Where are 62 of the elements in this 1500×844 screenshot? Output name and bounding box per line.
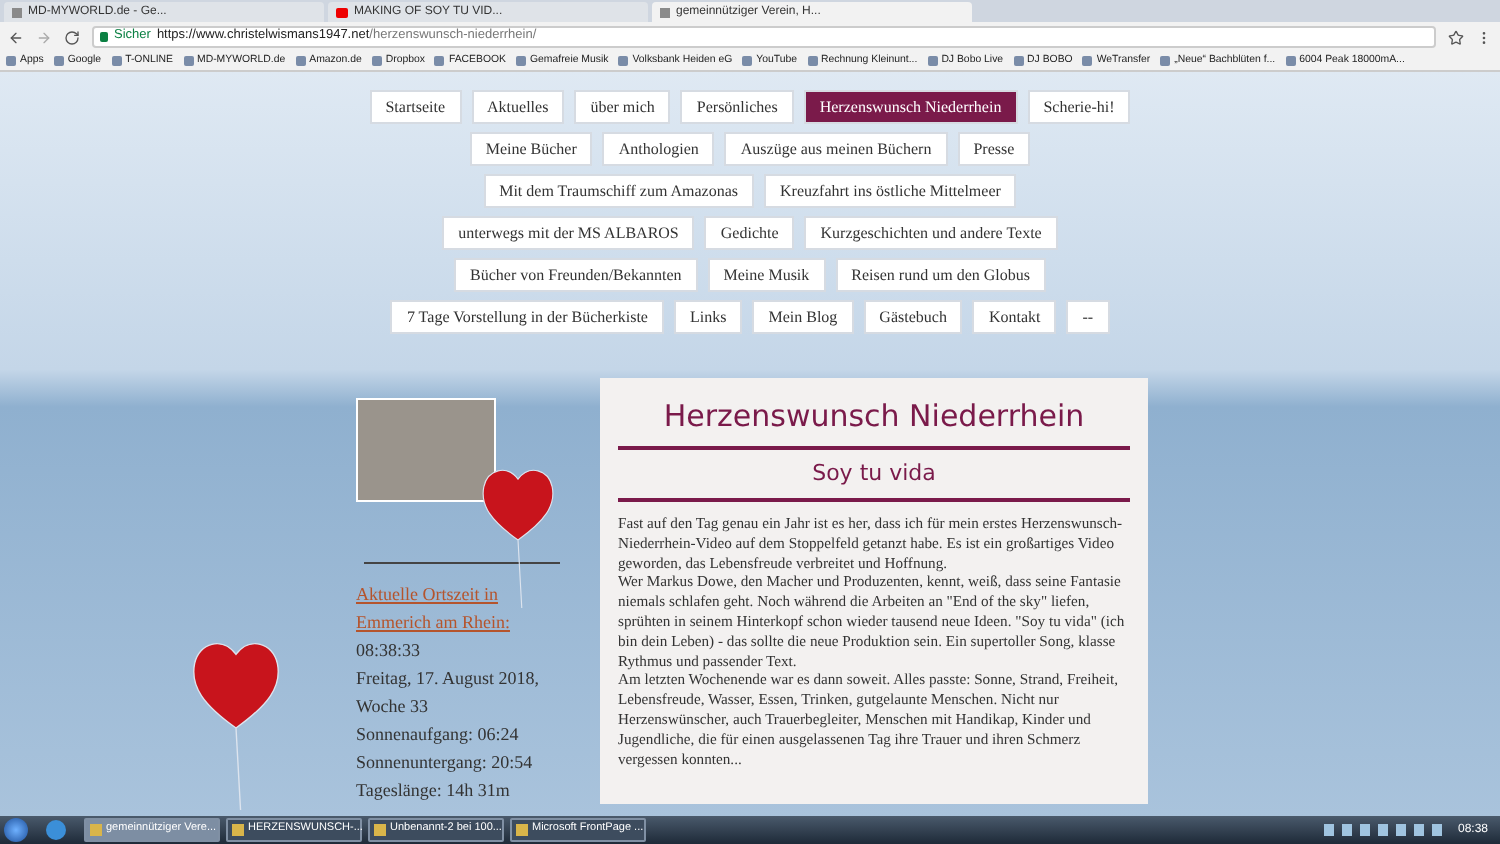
nav-button[interactable]: Scherie-hi! [1027, 90, 1131, 124]
back-icon[interactable] [8, 29, 24, 45]
nav-button[interactable]: Kreuzfahrt ins östliche Mittelmeer [764, 174, 1017, 208]
app-icon [90, 824, 102, 836]
nav-button[interactable]: Bücher von Freunden/Bekannten [454, 258, 698, 292]
nav-button[interactable]: Anthologien [602, 132, 715, 166]
clock-info-text: Sonnenaufgang: 06:24 [356, 722, 521, 748]
nav-button[interactable]: Kurzgeschichten und andere Texte [804, 216, 1058, 250]
app-icon [516, 824, 528, 836]
nav-button[interactable]: Presse [957, 132, 1031, 166]
photo-placeholder [356, 398, 496, 502]
bookmark-icon [183, 55, 193, 66]
star-icon[interactable] [1448, 29, 1464, 45]
nav-button[interactable]: Links [673, 300, 743, 334]
nav-button[interactable]: 7 Tage Vorstellung in der Bücherkiste [390, 300, 664, 334]
bookmark-icon [927, 55, 938, 66]
page-icon [12, 7, 22, 17]
nav-button[interactable]: Gästebuch [863, 300, 963, 334]
lock-icon [100, 32, 108, 42]
nav-button[interactable]: Meine Musik [707, 258, 826, 292]
bookmark-icon [371, 55, 382, 66]
bookmark-icon [6, 55, 16, 66]
bookmark-icon [742, 55, 753, 66]
nav-button[interactable]: Gedichte [704, 216, 795, 250]
nav-button[interactable]: Herzenswunsch Niederrhein [803, 90, 1018, 124]
nav-button[interactable]: Auszüge aus meinen Büchern [724, 132, 948, 166]
nav-button[interactable]: Aktuelles [471, 90, 565, 124]
nav-button[interactable]: Reisen rund um den Globus [835, 258, 1046, 292]
nav-button[interactable]: -- [1066, 300, 1110, 334]
clock-info-text: Woche 33 [356, 694, 431, 720]
nav-button[interactable]: Mit dem Traumschiff zum Amazonas [483, 174, 754, 208]
tray-icons [1323, 824, 1444, 836]
bookmark-icon [1082, 55, 1093, 66]
bookmark-icon [618, 55, 629, 66]
page-icon [660, 7, 670, 17]
clock-info-text: Freitag, 17. August 2018, [356, 666, 541, 692]
play-icon [336, 7, 348, 17]
nav-button[interactable]: Startseite [369, 90, 462, 124]
app-icon [232, 824, 244, 836]
bookmark-icon [807, 55, 818, 66]
bookmark-icon [295, 55, 306, 66]
reload-icon[interactable] [64, 29, 80, 45]
bookmark-icon [53, 55, 64, 66]
clock-info-text: Sonnenuntergang: 20:54 [356, 750, 535, 776]
clock-info-text: Tageslänge: 14h 31m [356, 778, 512, 804]
bookmark-icon [434, 55, 445, 66]
nav-button[interactable]: Meine Bücher [469, 132, 593, 166]
bookmark-icon [1285, 55, 1296, 66]
content-title: Herzenswunsch Niederrhein [661, 396, 1087, 438]
start-button[interactable] [4, 818, 28, 842]
app-icon [374, 824, 386, 836]
nav-button[interactable]: Persönliches [680, 90, 794, 124]
clock-info-text: 08:38:33 [356, 638, 423, 664]
nav-button[interactable]: über mich [574, 90, 671, 124]
bookmark-icon [111, 55, 122, 66]
nav-button[interactable]: Kontakt [972, 300, 1057, 334]
bookmark-icon [1013, 55, 1024, 66]
nav-button[interactable]: unterwegs mit der MS ALBAROS [442, 216, 695, 250]
content-subtitle: Soy tu vida [810, 458, 938, 490]
bookmark-icon [1160, 55, 1171, 66]
nav-button[interactable]: Mein Blog [752, 300, 854, 334]
bookmark-icon [516, 55, 527, 66]
